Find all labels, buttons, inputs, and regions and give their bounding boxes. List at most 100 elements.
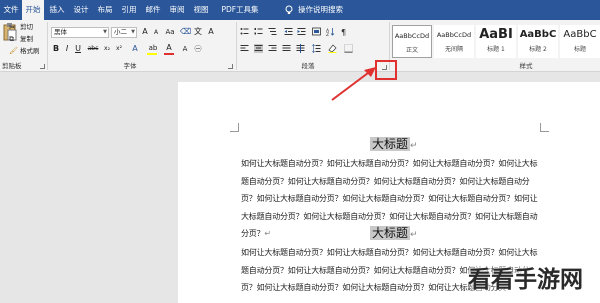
group-separator (47, 22, 48, 70)
word-window: 文件 开始 插入 设计 布局 引用 邮件 审阅 视图 PDF工具集 操作说明搜索… (0, 0, 600, 303)
font-size-value: 小二 (114, 28, 127, 36)
tab-file[interactable]: 文件 (2, 0, 20, 20)
numbering-icon[interactable] (254, 27, 263, 36)
clipboard-group-label: 剪贴板 (2, 62, 22, 70)
enclose-characters-icon[interactable]: ㊀ (193, 44, 203, 54)
show-marks-icon[interactable]: ¶ (340, 27, 349, 36)
highlight-color-bar (147, 53, 157, 55)
heading-paragraph[interactable]: 大标题 ↵ (368, 225, 420, 243)
style-sample: AaBbCcDd (394, 32, 430, 40)
format-painter-button[interactable]: 格式刷 (20, 46, 40, 57)
italic-button[interactable]: I (62, 44, 72, 54)
distributed-icon[interactable] (296, 44, 305, 53)
svg-text:¶: ¶ (341, 28, 346, 36)
font-color-button[interactable]: A (164, 43, 174, 53)
character-shading-icon[interactable]: A (180, 44, 190, 54)
tab-design[interactable]: 设计 (70, 0, 92, 20)
lightbulb-icon[interactable] (284, 5, 294, 15)
style-sample: AaBbCcDd (436, 31, 472, 39)
decrease-indent-icon[interactable] (284, 27, 293, 36)
style-name: 标题 2 (529, 46, 547, 53)
chinese-layout-icon[interactable] (312, 27, 321, 36)
style-name: 正文 (405, 47, 418, 54)
paragraph-group-label: 段落 (301, 62, 315, 70)
ribbon-home: ✂ 剪切 ⧉ 复制 🖌 格式刷 剪贴板 黑体 ▼ 小二 ▼ A A Aa ⌫ 文 (0, 20, 600, 72)
tab-home[interactable]: 开始 (22, 0, 44, 20)
multilevel-list-icon[interactable] (268, 27, 277, 36)
heading-text: 大标题 (370, 226, 411, 240)
font-name-value: 黑体 (54, 28, 67, 36)
font-name-dropdown[interactable]: 黑体 ▼ (51, 27, 109, 38)
style-sample: AaBbC (563, 29, 597, 40)
tab-insert[interactable]: 插入 (46, 0, 68, 20)
tab-layout[interactable]: 布局 (94, 0, 116, 20)
body-paragraph[interactable]: 如何让大标题自动分页？如何让大标题自动分页？如何让大标题自动分页？如何让大标题自… (241, 155, 541, 238)
tab-view[interactable]: 视图 (190, 0, 212, 20)
style-sample: AaBI (479, 27, 513, 42)
sort-icon[interactable]: AZ (326, 27, 335, 36)
subscript-button[interactable]: x₂ (102, 44, 112, 54)
style-name: 标题 (573, 46, 586, 53)
paragraph-mark: ↵ (264, 229, 271, 238)
style-heading-2[interactable]: AaBbC 标题 2 (518, 25, 558, 58)
heading-paragraph[interactable]: 大标题 ↵ (368, 136, 420, 154)
style-heading-1[interactable]: AaBI 标题 1 (476, 25, 516, 58)
character-border-icon[interactable]: A (206, 27, 216, 37)
styles-group-label: 样式 (519, 62, 533, 70)
highlight-color-button[interactable]: ab (146, 43, 160, 53)
styles-gallery: AaBbCcDd 正文 AaBbCcDd 无间隔 AaBI 标题 1 AaBbC… (392, 25, 600, 58)
style-name: 标题 1 (487, 46, 505, 53)
tab-review[interactable]: 审阅 (166, 0, 188, 20)
underline-button[interactable]: U (73, 44, 83, 54)
paragraph-mark: ↵ (410, 230, 418, 240)
strikethrough-button[interactable]: abc (86, 44, 100, 54)
superscript-button[interactable]: x² (114, 44, 124, 54)
style-normal[interactable]: AaBbCcDd 正文 (392, 25, 432, 58)
margin-corner-mark (230, 123, 239, 132)
copy-button[interactable]: 复制 (20, 34, 33, 45)
copy-icon[interactable]: ⧉ (9, 34, 17, 45)
shrink-font-button[interactable]: A (151, 28, 161, 38)
grow-font-button[interactable]: A (140, 27, 150, 37)
clipboard-dialog-launcher[interactable] (40, 64, 45, 69)
format-painter-icon[interactable]: 🖌 (9, 46, 18, 57)
align-left-icon[interactable] (240, 44, 249, 53)
align-right-icon[interactable] (268, 44, 277, 53)
font-color-bar (164, 53, 174, 55)
svg-text:Z: Z (326, 32, 329, 36)
clear-formatting-icon[interactable]: ⌫ (180, 27, 191, 37)
paragraph-mark: ↵ (410, 141, 418, 151)
margin-corner-mark (540, 123, 549, 132)
site-watermark: 看看手游网 (468, 267, 583, 293)
font-dialog-launcher[interactable] (228, 64, 233, 69)
font-group-label: 字体 (123, 62, 137, 70)
change-case-button[interactable]: Aa (163, 27, 177, 37)
style-sample: AaBbC (519, 29, 557, 40)
tab-pdf-tools[interactable]: PDF工具集 (214, 0, 266, 20)
tab-mailings[interactable]: 邮件 (142, 0, 164, 20)
bullets-icon[interactable] (240, 27, 249, 36)
heading-text: 大标题 (370, 137, 411, 151)
chevron-down-icon: ▼ (103, 29, 107, 35)
align-center-icon[interactable] (254, 44, 263, 53)
shading-icon[interactable] (328, 44, 337, 53)
font-size-dropdown[interactable]: 小二 ▼ (111, 27, 137, 38)
chevron-down-icon: ▼ (131, 29, 135, 35)
text-effects-icon[interactable]: A (130, 44, 140, 54)
ribbon-tab-bar: 文件 开始 插入 设计 布局 引用 邮件 审阅 视图 PDF工具集 操作说明搜索 (0, 0, 600, 20)
style-no-spacing[interactable]: AaBbCcDd 无间隔 (434, 25, 474, 58)
borders-icon[interactable] (344, 44, 353, 53)
cut-button[interactable]: 剪切 (20, 22, 33, 33)
tell-me-search[interactable]: 操作说明搜索 (298, 0, 343, 20)
style-name: 无间隔 (444, 46, 463, 53)
phonetic-guide-icon[interactable]: 文 (193, 27, 203, 37)
justify-icon[interactable] (282, 44, 291, 53)
increase-indent-icon[interactable] (297, 27, 306, 36)
group-separator (236, 22, 237, 70)
style-title[interactable]: AaBbC 标题 (560, 25, 600, 58)
line-spacing-icon[interactable] (312, 44, 321, 53)
bold-button[interactable]: B (51, 44, 61, 54)
tab-references[interactable]: 引用 (118, 0, 140, 20)
cut-icon[interactable]: ✂ (9, 22, 17, 33)
annotation-arrow-icon (331, 67, 376, 101)
